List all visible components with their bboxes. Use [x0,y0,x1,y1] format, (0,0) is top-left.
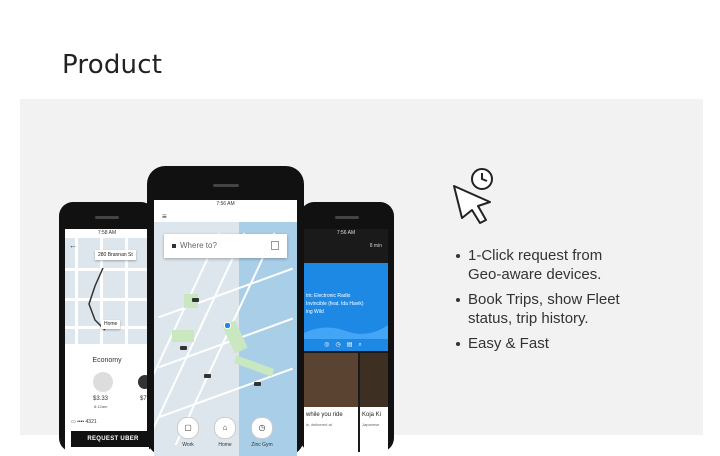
feature-line: status, trip history. [468,310,589,327]
center-phone: 7:56 AM ≡ Where to? ▢ Work ⌂ Home ◷ Zinc… [147,166,304,456]
wave-graphic [304,325,388,339]
economy-option[interactable] [93,372,113,392]
payment-card[interactable]: ▭ •••• 4321 [71,419,97,425]
address-pill: 280 Brannan St [95,250,136,260]
feature-line: Book Trips, show Fleet [468,291,620,308]
search-placeholder: Where to? [180,241,217,250]
music-card[interactable]: tric Electronic Radio Invincible (feat. … [304,263,388,351]
left-route-map: ← 280 Brannan St Home [65,238,149,344]
current-location-dot [224,322,231,329]
shortcut-zinc-gym[interactable]: ◷ Zinc Gym [247,417,277,448]
briefcase-icon: ▢ [177,417,199,439]
home-icon: ⌂ [214,417,236,439]
shortcut-label: Zinc Gym [251,442,273,448]
music-controls[interactable]: ◎◷▤⌕ [304,341,388,349]
vehicle-marker [192,298,199,302]
request-uber-button[interactable]: REQUEST UBER [71,431,149,447]
promo-title: while you ride [306,412,343,418]
page-title: Product [62,50,163,80]
price-2: $7 [140,396,147,402]
feature-line: Geo-aware devices. [468,266,602,283]
vehicle-marker [180,346,187,350]
card-number: •••• 4321 [77,419,97,425]
feature-item: Easy & Fast [455,334,620,353]
click-cursor-icon [453,168,493,224]
product-section-label: Economy [92,357,122,364]
home-pin-label: Home [101,320,121,329]
back-icon[interactable]: ← [69,241,77,250]
feature-line: Easy & Fast [468,335,549,352]
right-phone: 7:56 AM 8 min tric Electronic Radio Invi… [300,202,394,452]
shortcut-label: Home [218,442,232,448]
where-to-search[interactable]: Where to? [164,234,287,258]
left-phone-screen: 7:58 AM ← 280 Brannan St Home Economy $3… [65,229,149,452]
music-line-2: Invincible (feat. Ida Havik) [306,301,364,307]
shortcut-home[interactable]: ⌂ Home [210,417,240,448]
right-phone-screen: 7:56 AM 8 min tric Electronic Radio Invi… [304,229,388,452]
eta: 8:12am [94,404,108,409]
promo-sub-2: Japanese [362,422,380,427]
music-line-3: ing Wild [306,309,324,315]
feature-line: 1-Click request from [468,247,603,264]
feature-item: Book Trips, show Fleet status, trip hist… [455,290,620,328]
feature-item: 1-Click request from Geo-aware devices. [455,246,620,284]
calendar-icon[interactable] [271,241,279,250]
promo-sub: ls, delivered at [306,422,332,427]
clock-icon: ◷ [251,417,273,439]
status-time: 7:56 AM [336,230,356,236]
eta-label: 8 min [369,243,382,249]
left-phone: 7:58 AM ← 280 Brannan St Home Economy $3… [59,202,155,452]
food-image-2 [360,353,388,407]
status-time: 7:58 AM [97,230,117,236]
food-image-1 [304,353,358,407]
vehicle-marker [204,374,211,378]
feature-list: 1-Click request from Geo-aware devices. … [455,246,620,359]
price: $3.33 [93,396,109,402]
shortcut-work[interactable]: ▢ Work [173,417,203,448]
vehicle-marker [254,382,261,386]
center-phone-screen: 7:56 AM ≡ Where to? ▢ Work ⌂ Home ◷ Zinc… [154,200,297,456]
music-line-1: tric Electronic Radio [306,293,351,299]
promo-title-2: Koja Ki [362,412,382,418]
promo-card-2[interactable]: Koja Ki Japanese [360,407,388,452]
shortcut-label: Work [182,442,194,448]
promo-card[interactable]: while you ride ls, delivered at [304,407,358,452]
menu-icon[interactable]: ≡ [162,212,167,221]
status-time: 7:56 AM [216,201,235,207]
